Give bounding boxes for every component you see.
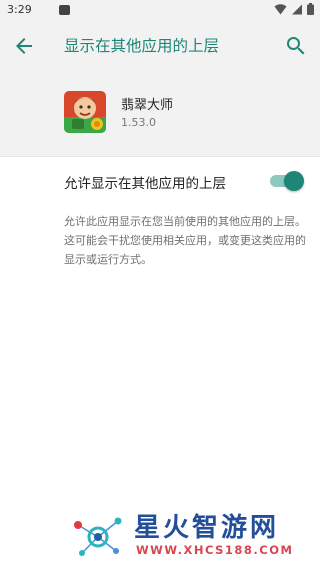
toggle-thumb <box>284 171 304 191</box>
permission-description: 允许此应用显示在您当前使用的其他应用的上层。这可能会干扰您使用相关应用，或变更这… <box>64 215 306 266</box>
overlay-permission-setting[interactable]: 允许显示在其他应用的上层 <box>0 157 320 203</box>
app-name: 翡翠大师 <box>121 98 174 113</box>
app-bar: 显示在其他应用的上层 <box>0 22 320 70</box>
wifi-icon <box>274 3 287 15</box>
status-icons <box>274 3 314 15</box>
notification-icon <box>59 5 70 15</box>
status-time: 3:29 <box>7 3 32 16</box>
watermark-url: WWW.XHCS188.COM <box>136 543 294 557</box>
back-arrow-icon[interactable] <box>12 34 36 58</box>
app-info-header: 翡翠大师 1.53.0 <box>0 70 320 157</box>
network-logo-icon <box>74 517 122 556</box>
page-title: 显示在其他应用的上层 <box>64 37 220 55</box>
status-bar: 3:29 <box>0 0 320 22</box>
app-version: 1.53.0 <box>121 116 156 129</box>
app-icon <box>64 91 106 133</box>
search-icon[interactable] <box>284 34 308 58</box>
signal-icon <box>292 4 302 14</box>
overlay-permission-toggle[interactable] <box>270 171 304 191</box>
setting-label: 允许显示在其他应用的上层 <box>64 176 226 192</box>
watermark-title: 星火智游网 <box>134 513 280 543</box>
site-watermark: 星火智游网 WWW.XHCS188.COM <box>68 503 318 563</box>
battery-icon <box>307 3 314 15</box>
